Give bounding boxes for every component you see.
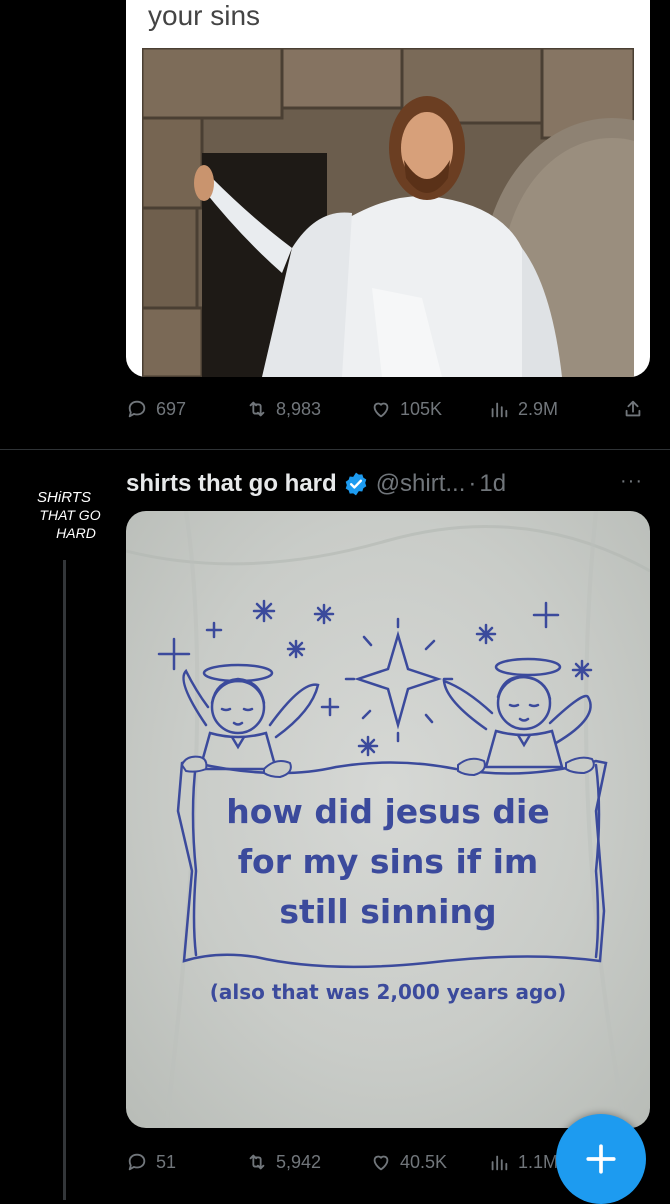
reply-button[interactable]: 51 <box>126 1147 176 1177</box>
avatar-line-1: SHiRTS <box>37 489 91 506</box>
views-icon <box>491 402 508 418</box>
post-divider <box>0 449 670 450</box>
author-handle[interactable]: @shirt... <box>376 470 466 498</box>
post1-action-bar: 697 8,983 105K 2.9M <box>126 394 646 424</box>
views-icon <box>491 1155 508 1171</box>
repost-button[interactable]: 8,983 <box>246 394 321 424</box>
repost-count: 5,942 <box>276 1151 322 1172</box>
shirt-line-1: how did jesus die <box>226 792 549 831</box>
more-icon[interactable]: ··· <box>620 470 643 493</box>
meme-photo <box>142 48 634 377</box>
reply-count: 51 <box>156 1151 177 1172</box>
shirt-footnote: (also that was 2,000 years ago) <box>210 980 567 1004</box>
post-time[interactable]: 1d <box>479 470 506 498</box>
like-count: 105K <box>400 398 443 419</box>
views-button[interactable]: 1.1M <box>488 1147 558 1177</box>
share-button[interactable] <box>622 394 644 424</box>
reply-count: 697 <box>156 398 187 419</box>
reply-button[interactable]: 697 <box>126 394 186 424</box>
compose-plus-icon <box>586 1144 616 1174</box>
reply-icon <box>128 400 146 418</box>
separator-dot: · <box>468 470 477 497</box>
reply-icon <box>128 1153 146 1171</box>
avatar[interactable]: SHiRTS THAT GO HARD <box>14 472 114 572</box>
views-button[interactable]: 2.9M <box>488 394 558 424</box>
shirt-line-3: still sinning <box>279 892 496 931</box>
like-button[interactable]: 40.5K <box>370 1147 447 1177</box>
meme-caption: your sins <box>148 0 261 31</box>
views-count: 2.9M <box>518 398 559 419</box>
share-icon <box>625 400 641 417</box>
repost-button[interactable]: 5,942 <box>246 1147 321 1177</box>
like-button[interactable]: 105K <box>370 394 442 424</box>
post-header: shirts that go hard @shirt... · 1d <box>126 464 506 504</box>
verified-badge-icon <box>345 472 366 496</box>
post2-media-card[interactable]: how did jesus die for my sins if im stil… <box>126 511 650 1128</box>
repost-count: 8,983 <box>276 398 322 419</box>
avatar-line-3: HARD <box>56 525 96 541</box>
avatar-line-2: THAT GO <box>39 507 100 523</box>
author-name[interactable]: shirts that go hard <box>126 470 337 498</box>
views-count: 1.1M <box>518 1151 559 1172</box>
compose-button[interactable] <box>556 1114 646 1204</box>
like-icon <box>373 1155 389 1171</box>
shirt-line-2: for my sins if im <box>238 842 539 881</box>
post1-media-card[interactable]: your sins <box>126 0 650 377</box>
like-count: 40.5K <box>400 1151 448 1172</box>
thread-line <box>63 560 66 1200</box>
repost-icon <box>249 401 265 417</box>
like-icon <box>373 402 389 418</box>
repost-icon <box>249 1154 265 1170</box>
